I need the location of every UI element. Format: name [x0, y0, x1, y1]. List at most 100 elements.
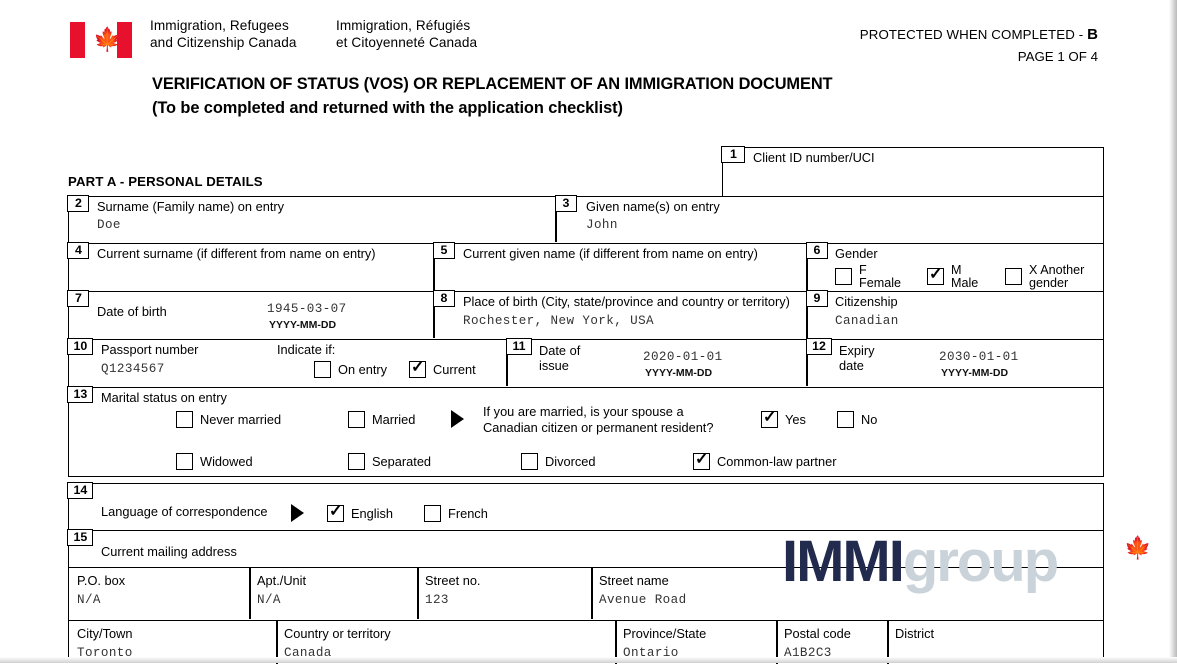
page-edge-right	[1169, 0, 1177, 663]
marital-separated-label: Separated	[372, 454, 432, 470]
field-15-label: Current mailing address	[101, 544, 237, 559]
part-a-heading: PART A - PERSONAL DETAILS	[68, 174, 263, 189]
form-page: 🍁 Immigration, Refugees and Citizenship …	[0, 0, 1177, 664]
field-11-value: 2020-01-01	[643, 350, 723, 364]
field-14-number: 14	[67, 482, 94, 500]
field-10-number: 10	[67, 338, 94, 356]
field-7-format-hint: YYYY-MM-DD	[269, 319, 337, 331]
field-client-id[interactable]: 1 Client ID number/UCI	[721, 146, 1104, 197]
row-passport: 10 Passport number Q1234567 Indicate if:…	[67, 338, 1104, 388]
gender-option-another[interactable]: X Another gender	[1005, 264, 1084, 289]
indicate-if-label: Indicate if:	[277, 342, 336, 357]
watermark-immi-text: IMMI	[782, 529, 905, 594]
passport-option-current[interactable]: Current	[409, 358, 476, 379]
spouse-option-no[interactable]: No	[837, 410, 878, 429]
field-7-number: 7	[67, 290, 90, 308]
spouse-no-label: No	[861, 412, 878, 428]
divider	[417, 568, 419, 619]
field-4-label: Current surname (if different from name …	[97, 246, 376, 261]
gender-option-male[interactable]: MMale	[927, 264, 978, 289]
postal-code-label: Postal code	[784, 626, 851, 641]
country-label: Country or territory	[284, 626, 391, 641]
wordmark-en-line1: Immigration, Refugees	[150, 18, 289, 33]
field-4-number: 4	[67, 242, 90, 260]
marital-option-common-law[interactable]: Common-law partner	[693, 450, 836, 471]
gender-another-checkbox[interactable]	[1005, 268, 1022, 286]
field-12-label-line2: date	[839, 358, 864, 373]
field-12-format-hint: YYYY-MM-DD	[941, 367, 1009, 379]
field-3-value: John	[586, 218, 618, 232]
page-edge-bottom	[0, 657, 1177, 663]
field-3-number: 3	[555, 195, 577, 213]
marital-widowed-checkbox[interactable]	[176, 453, 193, 471]
field-13-label: Marital status on entry	[101, 390, 227, 405]
field-3-label: Given name(s) on entry	[586, 199, 720, 214]
field-7-value: 1945-03-07	[267, 302, 347, 316]
marital-option-divorced[interactable]: Divorced	[521, 452, 596, 471]
marital-widowed-label: Widowed	[200, 454, 253, 470]
language-option-french[interactable]: French	[424, 504, 488, 523]
field-10-value: Q1234567	[101, 362, 165, 376]
field-12-label-line1: Expiry	[839, 343, 875, 358]
arrow-right-icon	[291, 504, 304, 522]
protected-level: B	[1087, 26, 1098, 43]
apt-unit-label: Apt./Unit	[257, 573, 307, 588]
marital-married-checkbox[interactable]	[348, 411, 365, 429]
marital-divorced-checkbox[interactable]	[521, 453, 538, 471]
marital-married-label: Married	[372, 412, 416, 428]
passport-current-label: Current	[433, 362, 476, 378]
province-label: Province/State	[623, 626, 707, 641]
passport-option-on-entry[interactable]: On entry	[314, 360, 387, 379]
passport-current-checkbox[interactable]	[409, 358, 426, 379]
spouse-option-yes[interactable]: Yes	[761, 408, 806, 429]
district-label: District	[895, 626, 935, 641]
maple-leaf-icon: 🍁	[93, 26, 122, 52]
field-6-number: 6	[806, 242, 828, 260]
field-2-number: 2	[67, 195, 90, 213]
marital-option-married[interactable]: Married	[348, 410, 416, 429]
field-13-number: 13	[67, 386, 94, 404]
apt-unit-value: N/A	[257, 593, 281, 607]
marital-separated-checkbox[interactable]	[348, 453, 365, 471]
page-title: VERIFICATION OF STATUS (VOS) OR REPLACEM…	[152, 72, 1112, 120]
arrow-right-icon	[451, 410, 464, 428]
spouse-no-checkbox[interactable]	[837, 411, 854, 429]
gender-another-word: gender	[1029, 275, 1069, 290]
language-french-checkbox[interactable]	[424, 505, 441, 523]
divider	[591, 568, 593, 619]
spouse-question-line2: Canadian citizen or permanent resident?	[483, 420, 714, 435]
street-no-label: Street no.	[425, 573, 481, 588]
gender-female-checkbox[interactable]	[835, 268, 852, 286]
marital-common-law-checkbox[interactable]	[693, 450, 710, 471]
street-name-label: Street name	[599, 573, 669, 588]
wordmark-en-line2: and Citizenship Canada	[150, 34, 297, 50]
wordmark-fr-line2: et Citoyenneté Canada	[336, 34, 478, 50]
marital-option-widowed[interactable]: Widowed	[176, 452, 253, 471]
row-names-on-entry: 2 Surname (Family name) on entry Doe 3 G…	[67, 195, 1104, 244]
spouse-yes-checkbox[interactable]	[761, 408, 778, 429]
row-current-names-gender: 4 Current surname (if different from nam…	[67, 242, 1104, 292]
field-11-label-line2: issue	[539, 358, 569, 373]
gender-male-checkbox[interactable]	[927, 265, 944, 286]
street-name-value: Avenue Road	[599, 593, 687, 607]
field-11-format-hint: YYYY-MM-DD	[645, 367, 713, 379]
language-french-label: French	[448, 506, 488, 522]
po-box-label: P.O. box	[77, 573, 126, 588]
field-5-label: Current given name (if different from na…	[463, 246, 758, 261]
watermark-group-text: group	[902, 529, 1059, 594]
language-english-label: English	[351, 506, 393, 522]
street-no-value: 123	[425, 593, 449, 607]
passport-on-entry-checkbox[interactable]	[314, 361, 331, 379]
marital-option-never-married[interactable]: Never married	[176, 410, 282, 429]
language-english-checkbox[interactable]	[327, 502, 344, 523]
marital-never-married-checkbox[interactable]	[176, 411, 193, 429]
language-option-english[interactable]: English	[327, 502, 393, 523]
gender-male-word: Male	[951, 275, 979, 290]
department-wordmark-fr: Immigration, Réfugiés et Citoyenneté Can…	[336, 18, 477, 51]
protected-marking-text: PROTECTED WHEN COMPLETED -	[859, 27, 1088, 42]
po-box-value: N/A	[77, 593, 101, 607]
gender-option-female[interactable]: F Female	[835, 264, 901, 289]
page-header: 🍁 Immigration, Refugees and Citizenship …	[70, 18, 1102, 72]
marital-never-married-label: Never married	[200, 412, 282, 428]
marital-option-separated[interactable]: Separated	[348, 452, 432, 471]
